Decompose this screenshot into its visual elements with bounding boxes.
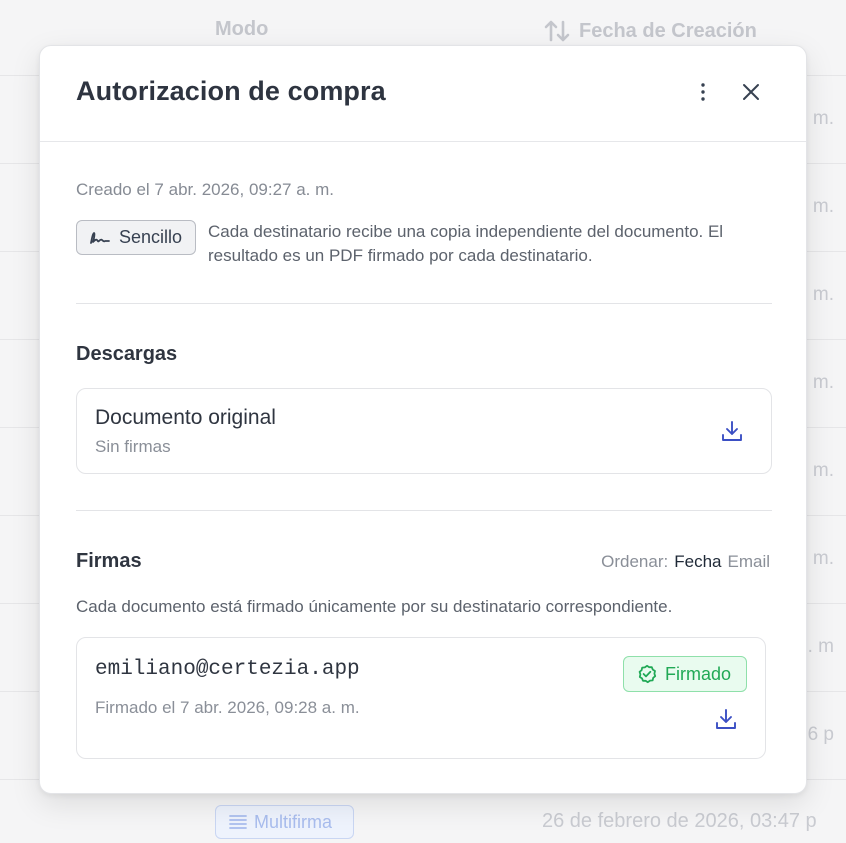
mode-badge-label: Sencillo: [119, 227, 183, 247]
list-icon: [229, 815, 247, 829]
more-options-button[interactable]: [691, 80, 715, 104]
column-header-fecha[interactable]: Fecha de Creación: [543, 18, 757, 44]
download-original-button[interactable]: [719, 418, 745, 444]
modal-header: Autorizacion de compra: [40, 46, 806, 142]
document-subtitle: Sin firmas: [95, 437, 171, 456]
status-badge: Firmado: [623, 656, 747, 692]
close-icon: [743, 84, 759, 100]
document-name: Documento original: [95, 406, 276, 429]
row-time: m.: [812, 284, 834, 305]
row-time: m.: [812, 372, 834, 393]
column-header-fecha-label: Fecha de Creación: [579, 19, 757, 42]
signatures-description: Cada documento está firmado únicamente p…: [76, 597, 673, 616]
signed-date: Firmado el 7 abr. 2026, 09:28 a. m.: [95, 698, 360, 717]
created-date: Creado el 7 abr. 2026, 09:27 a. m.: [76, 180, 335, 199]
original-document-card: Documento original Sin firmas: [76, 388, 772, 474]
download-signed-button[interactable]: [713, 706, 739, 732]
download-icon: [716, 709, 736, 729]
sort-arrows-icon: [544, 20, 570, 42]
sort-option-fecha[interactable]: Fecha: [674, 552, 721, 571]
divider: [76, 510, 772, 511]
more-vertical-icon: [701, 83, 705, 101]
signature-icon: [90, 231, 110, 244]
row-date: 26 de febrero de 2026, 03:47 p: [542, 810, 817, 832]
sort-option-email[interactable]: Email: [727, 552, 770, 571]
close-button[interactable]: [739, 80, 763, 104]
mode-description: Cada destinatario recibe una copia indep…: [208, 222, 724, 265]
mode-badge-sencillo: Sencillo: [76, 220, 196, 255]
sort-label: Ordenar:: [601, 552, 669, 571]
modal-title: Autorizacion de compra: [76, 76, 386, 106]
download-icon: [722, 421, 742, 441]
row-time: . m.: [802, 548, 834, 569]
check-circle-icon: [638, 664, 657, 684]
status-label: Firmado: [665, 663, 732, 684]
row-time: m.: [812, 108, 834, 129]
sort-control: Ordenar: Fecha Email: [601, 552, 770, 572]
document-detail-modal: Autorizacion de compra Creado el 7 abr. …: [39, 45, 807, 794]
row-time: m.: [812, 196, 834, 217]
divider: [76, 303, 772, 304]
column-header-modo[interactable]: Modo: [215, 18, 268, 41]
mode-badge-label: Multifirma: [254, 811, 333, 832]
downloads-title: Descargas: [76, 343, 178, 365]
signer-email: emiliano@certezia.app: [95, 658, 360, 681]
row-time: m.: [812, 460, 834, 481]
signatures-title: Firmas: [76, 550, 142, 572]
mode-badge-multifirma: Multifirma: [215, 805, 354, 839]
signature-card: emiliano@certezia.app Firmado el 7 abr. …: [76, 637, 766, 759]
